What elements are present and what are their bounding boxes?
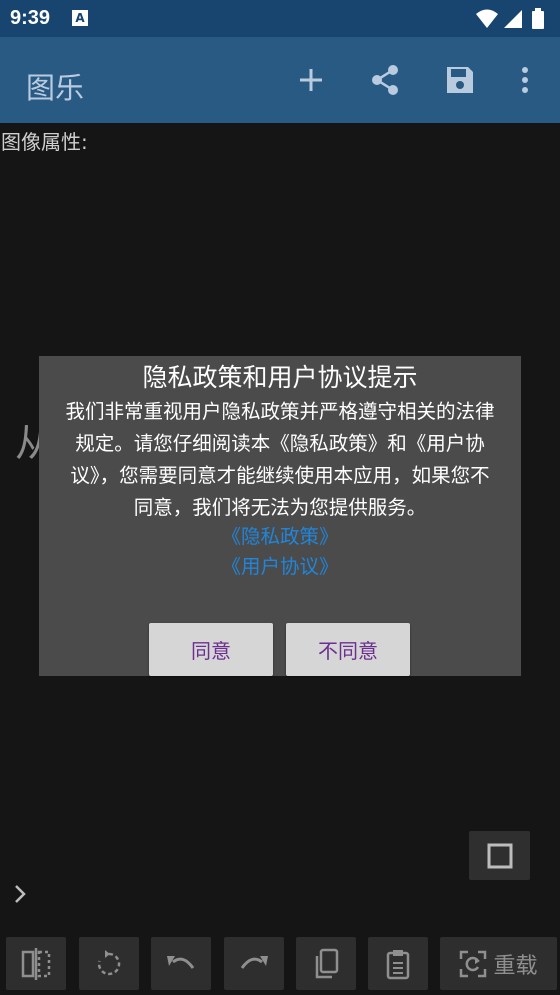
- square-icon: [487, 843, 512, 868]
- reload-scan-icon: [460, 950, 487, 977]
- status-time: 9:39: [10, 7, 51, 29]
- signal-icon: [504, 10, 522, 28]
- redo-button[interactable]: [224, 937, 284, 990]
- rotate-icon: [97, 949, 121, 975]
- copy-button[interactable]: [296, 937, 356, 990]
- dialog-body-line: 规定。请您仔细阅读本《隐私政策》和《用户协: [75, 432, 485, 455]
- wifi-icon: [476, 9, 498, 28]
- redo-icon: [240, 955, 268, 969]
- more-options-button[interactable]: [502, 57, 548, 103]
- bottom-toolbar: 重载: [0, 935, 560, 995]
- privacy-dialog: 隐私政策和用户协议提示 我们非常重视用户隐私政策并严格遵守相关的法律 规定。请您…: [39, 356, 521, 676]
- paste-button[interactable]: [368, 937, 428, 990]
- compare-icon: [21, 947, 51, 980]
- privacy-policy-link[interactable]: 《隐私政策》: [39, 520, 521, 549]
- reload-label: 重载: [493, 953, 538, 979]
- compare-split-button[interactable]: [6, 937, 66, 990]
- undo-button[interactable]: [151, 937, 211, 990]
- dialog-title: 隐私政策和用户协议提示: [142, 363, 418, 392]
- app-bar: 图乐: [0, 37, 560, 123]
- status-icons: [474, 8, 550, 30]
- save-button[interactable]: [437, 57, 483, 103]
- app-title: 图乐: [26, 71, 85, 105]
- more-vert-icon: [522, 67, 528, 93]
- notification-a-icon: A: [72, 10, 88, 26]
- undo-icon: [167, 955, 195, 969]
- dialog-body-line: 我们非常重视用户隐私政策并严格遵守相关的法律: [65, 400, 495, 423]
- chevron-right-icon: [15, 885, 26, 903]
- share-icon: [372, 65, 398, 95]
- clipboard-icon: [386, 949, 410, 979]
- agree-button[interactable]: 同意: [149, 623, 273, 676]
- copy-icon: [315, 948, 339, 978]
- expand-button[interactable]: [10, 880, 30, 908]
- add-button[interactable]: [288, 57, 334, 103]
- status-bar: 9:39 A: [0, 0, 560, 37]
- disagree-button[interactable]: 不同意: [286, 623, 410, 676]
- dialog-body: 我们非常重视用户隐私政策并严格遵守相关的法律 规定。请您仔细阅读本《隐私政策》和…: [39, 396, 521, 524]
- reload-button[interactable]: 重载: [440, 937, 557, 990]
- square-button[interactable]: [469, 831, 530, 880]
- save-icon: [447, 67, 473, 93]
- share-button[interactable]: [362, 57, 408, 103]
- battery-icon: [532, 8, 544, 29]
- add-icon: [300, 69, 322, 91]
- user-agreement-link[interactable]: 《用户协议》: [39, 550, 521, 579]
- rotate-button[interactable]: [79, 937, 139, 990]
- dialog-body-line: 议》，您需要同意才能继续使用本应用，如果您不: [70, 464, 490, 487]
- image-properties-label: 图像属性:: [1, 130, 88, 154]
